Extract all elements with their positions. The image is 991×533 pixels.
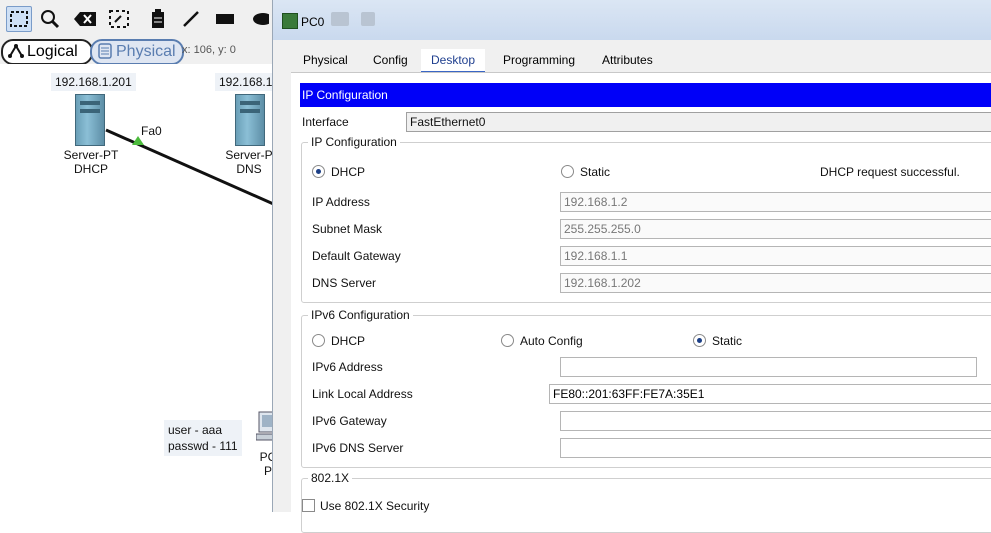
ipv6-legend: IPv6 Configuration	[311, 308, 410, 322]
default-gateway-field[interactable]: 192.168.1.1	[560, 246, 991, 266]
radio-checked-icon	[693, 334, 706, 347]
interface-row: Interface FastEthernet0	[300, 112, 991, 132]
link-local-address-label: Link Local Address	[312, 387, 413, 401]
radio-checked-icon	[312, 165, 325, 178]
tab-desktop[interactable]: Desktop	[421, 49, 486, 73]
subnet-mask-field[interactable]: 255.255.255.0	[560, 219, 991, 239]
ipv6-config-group: IPv6 Configuration DHCP Auto Config Stat…	[301, 308, 991, 468]
ellipse-tool-icon[interactable]	[246, 6, 272, 32]
server-dns-icon[interactable]	[235, 94, 265, 146]
server-dns-name: Server-P DNS	[225, 148, 273, 176]
server-dhcp-ip-label: 192.168.1.201	[51, 73, 136, 91]
interface-label: Interface	[302, 115, 349, 129]
dot1x-group: 802.1X Use 802.1X Security	[301, 471, 991, 533]
ipv6-dns-server-field[interactable]	[560, 438, 991, 458]
logical-icon	[7, 43, 25, 61]
physical-tab-label: Physical	[116, 43, 176, 60]
view-toggle-bar: Logical Physical x: 106, y: 0	[0, 38, 280, 65]
ipv4-static-radio[interactable]: Static	[561, 165, 610, 179]
ipv6-gateway-label: IPv6 Gateway	[312, 414, 387, 428]
credentials-note: user - aaa passwd - 111	[164, 420, 242, 456]
server-dhcp-name: Server-PT DHCP	[63, 148, 119, 176]
line-tool-icon[interactable]	[178, 6, 204, 32]
ipv6-dns-server-label: IPv6 DNS Server	[312, 441, 404, 455]
port-label: Fa0	[141, 124, 162, 138]
ipv6-dhcp-radio[interactable]: DHCP	[312, 334, 365, 348]
ipv4-dhcp-radio[interactable]: DHCP	[312, 165, 365, 179]
server-dhcp-icon[interactable]	[75, 94, 105, 146]
use-8021x-checkbox[interactable]: Use 802.1X Security	[302, 499, 429, 513]
cursor-coordinates: x: 106, y: 0	[182, 44, 236, 56]
inspect-tool-icon[interactable]	[37, 6, 63, 32]
ipv6-address-label: IPv6 Address	[312, 360, 383, 374]
pc0-window: PC0 Physical Config Desktop Programming …	[272, 0, 991, 533]
rectangle-tool-icon[interactable]	[212, 6, 238, 32]
delete-tool-icon[interactable]	[72, 6, 98, 32]
ipv6-gateway-field[interactable]	[560, 411, 991, 431]
server-dns-ip-label: 192.168.1.	[215, 73, 278, 91]
interface-select[interactable]: FastEthernet0	[406, 112, 991, 132]
ip-address-field[interactable]: 192.168.1.2	[560, 192, 991, 212]
dns-server-field[interactable]: 192.168.1.202	[560, 273, 991, 293]
window-titlebar[interactable]: PC0	[273, 0, 991, 40]
window-title: PC0	[301, 15, 325, 29]
radio-unchecked-icon	[312, 334, 325, 347]
save-ghost-icon	[361, 12, 375, 26]
radio-unchecked-icon	[501, 334, 514, 347]
logical-tab-label: Logical	[27, 43, 78, 60]
note-tool-icon[interactable]	[145, 6, 171, 32]
logical-workspace-canvas[interactable]: 192.168.1.201 Server-PT DHCP Fa0 192.168…	[0, 64, 278, 512]
subnet-mask-label: Subnet Mask	[312, 222, 383, 236]
link-local-address-field[interactable]: FE80::201:63FF:FE7A:35E1	[549, 384, 991, 404]
tab-attributes[interactable]: Attributes	[592, 49, 663, 71]
ipv6-static-radio[interactable]: Static	[693, 334, 742, 348]
ipv6-auto-config-radio[interactable]: Auto Config	[501, 334, 583, 348]
ip-address-label: IP Address	[312, 195, 370, 209]
tab-config[interactable]: Config	[363, 49, 418, 71]
resize-tool-icon[interactable]	[106, 6, 132, 32]
ipv4-legend: IP Configuration	[311, 135, 397, 149]
physical-icon	[96, 42, 114, 62]
pc-app-icon	[282, 13, 298, 29]
dhcp-status-text: DHCP request successful.	[820, 165, 960, 179]
radio-unchecked-icon	[561, 165, 574, 178]
logical-view-tab[interactable]: Logical	[1, 39, 93, 65]
dot1x-legend: 802.1X	[311, 471, 350, 485]
select-tool-icon[interactable]	[6, 6, 32, 32]
tab-physical[interactable]: Physical	[293, 49, 358, 71]
physical-view-tab[interactable]: Physical	[90, 39, 184, 65]
desktop-panel: IP Configuration Interface FastEthernet0…	[291, 72, 991, 533]
toolbar-ghost-icon	[331, 12, 349, 26]
dns-server-label: DNS Server	[312, 276, 377, 290]
main-toolbar	[0, 0, 280, 38]
default-gateway-label: Default Gateway	[312, 249, 401, 263]
tab-programming[interactable]: Programming	[493, 49, 585, 71]
ip-config-header: IP Configuration	[300, 83, 991, 107]
ipv6-address-field[interactable]	[560, 357, 977, 377]
checkbox-unchecked-icon	[302, 499, 315, 512]
ipv4-config-group: IP Configuration DHCP Static DHCP reques…	[301, 135, 991, 303]
